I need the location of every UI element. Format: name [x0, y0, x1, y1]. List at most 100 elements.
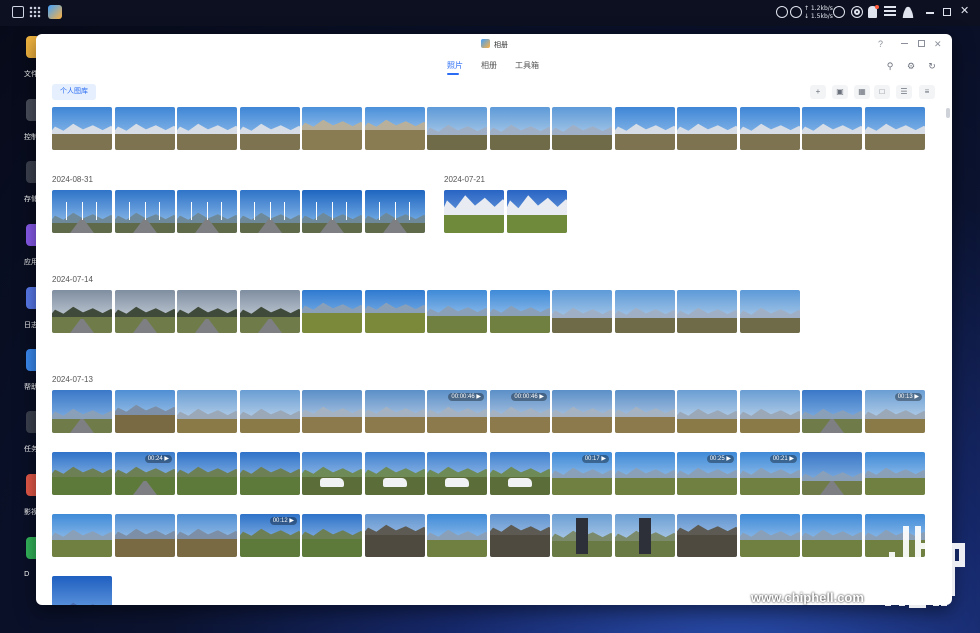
photo-thumbnail[interactable] — [177, 514, 237, 557]
photo-thumbnail[interactable] — [740, 290, 800, 333]
photo-thumbnail[interactable] — [177, 190, 237, 233]
photo-thumbnail[interactable] — [302, 190, 362, 233]
photo-thumbnail[interactable] — [444, 190, 504, 233]
photo-thumbnail[interactable] — [52, 190, 112, 233]
user-icon[interactable] — [902, 6, 914, 18]
photo-thumbnail[interactable] — [802, 390, 862, 433]
photo-thumbnail[interactable] — [177, 107, 237, 150]
photo-thumbnail[interactable] — [302, 514, 362, 557]
photo-thumbnail[interactable] — [302, 290, 362, 333]
personal-library-chip[interactable]: 个人图库 — [52, 84, 96, 100]
photo-thumbnail[interactable] — [240, 290, 300, 333]
photo-thumbnail[interactable] — [615, 107, 675, 150]
photo-thumbnail[interactable] — [177, 452, 237, 495]
photo-thumbnail[interactable] — [365, 290, 425, 333]
window-close-icon[interactable]: ✕ — [934, 39, 942, 49]
photo-thumbnail[interactable] — [115, 514, 175, 557]
photo-thumbnail[interactable] — [177, 290, 237, 333]
photo-thumbnail[interactable] — [552, 107, 612, 150]
globe-icon[interactable] — [833, 6, 845, 18]
photo-thumbnail[interactable] — [240, 190, 300, 233]
app-taskbar-icon[interactable] — [48, 5, 62, 19]
photo-thumbnail[interactable] — [365, 452, 425, 495]
photo-thumbnail[interactable] — [52, 390, 112, 433]
tab-albums[interactable]: 相册 — [481, 60, 497, 71]
settings-icon[interactable]: ⚙ — [905, 60, 917, 72]
photo-thumbnail[interactable] — [865, 452, 925, 495]
photo-thumbnail[interactable] — [615, 290, 675, 333]
photo-thumbnail[interactable] — [52, 514, 112, 557]
photo-thumbnail[interactable] — [365, 514, 425, 557]
photo-thumbnail[interactable] — [365, 190, 425, 233]
search-icon[interactable]: ⚲ — [884, 60, 896, 72]
photo-thumbnail[interactable] — [52, 290, 112, 333]
photo-thumbnail[interactable] — [552, 390, 612, 433]
photo-thumbnail[interactable] — [677, 107, 737, 150]
photo-thumbnail[interactable]: 00:17 ▶ — [552, 452, 612, 495]
photo-thumbnail[interactable] — [240, 390, 300, 433]
photo-thumbnail[interactable] — [302, 390, 362, 433]
tab-toolbox[interactable]: 工具箱 — [515, 60, 539, 71]
add-icon[interactable]: + — [810, 85, 826, 99]
photo-thumbnail[interactable] — [865, 107, 925, 150]
photo-thumbnail[interactable] — [365, 390, 425, 433]
photo-thumbnail[interactable] — [677, 390, 737, 433]
photo-thumbnail[interactable] — [615, 390, 675, 433]
photo-thumbnail[interactable] — [615, 514, 675, 557]
photo-thumbnail[interactable] — [365, 107, 425, 150]
photo-timeline[interactable]: 2024-08-31 2024-07-21 2024-07-14 2024-07-13… — [36, 104, 952, 605]
scrollbar-thumb[interactable] — [946, 108, 950, 118]
window-minimize-icon[interactable] — [901, 43, 908, 44]
photo-thumbnail[interactable] — [52, 576, 112, 605]
gauge-icon[interactable] — [776, 6, 788, 18]
photo-thumbnail[interactable] — [802, 107, 862, 150]
photo-thumbnail[interactable] — [427, 107, 487, 150]
grid-view-icon[interactable]: ▦ — [854, 85, 870, 99]
photo-thumbnail[interactable]: 00:00:46 ▶ — [427, 390, 487, 433]
photo-thumbnail[interactable] — [740, 514, 800, 557]
list-icon[interactable]: ☰ — [896, 85, 912, 99]
close-icon[interactable]: ✕ — [960, 6, 972, 18]
photo-thumbnail[interactable] — [490, 290, 550, 333]
window-maximize-icon[interactable] — [918, 40, 925, 47]
photo-thumbnail[interactable] — [677, 290, 737, 333]
photo-thumbnail[interactable] — [740, 107, 800, 150]
photo-thumbnail[interactable]: 00:13 ▶ — [865, 390, 925, 433]
photo-thumbnail[interactable] — [490, 452, 550, 495]
photo-thumbnail[interactable] — [115, 107, 175, 150]
photo-thumbnail[interactable] — [490, 514, 550, 557]
photo-thumbnail[interactable] — [115, 290, 175, 333]
target-icon[interactable] — [851, 6, 863, 18]
photo-thumbnail[interactable]: 00:25 ▶ — [677, 452, 737, 495]
photo-thumbnail[interactable] — [52, 452, 112, 495]
photo-thumbnail[interactable] — [115, 390, 175, 433]
photo-thumbnail[interactable] — [302, 452, 362, 495]
photo-thumbnail[interactable] — [802, 514, 862, 557]
photo-thumbnail[interactable] — [552, 290, 612, 333]
photo-thumbnail[interactable] — [427, 514, 487, 557]
photo-thumbnail[interactable] — [240, 452, 300, 495]
sliders-icon[interactable] — [884, 6, 896, 18]
filter-icon[interactable]: ≡ — [919, 85, 935, 99]
photo-thumbnail[interactable]: 00:24 ▶ — [115, 452, 175, 495]
photo-thumbnail[interactable] — [615, 452, 675, 495]
folder-icon[interactable]: □ — [874, 85, 890, 99]
photo-thumbnail[interactable] — [802, 452, 862, 495]
apps-grid-icon[interactable] — [29, 6, 41, 18]
photo-thumbnail[interactable]: 00:21 ▶ — [740, 452, 800, 495]
photo-thumbnail[interactable] — [177, 390, 237, 433]
window-icon[interactable] — [12, 6, 24, 18]
gauge2-icon[interactable] — [790, 6, 802, 18]
photo-thumbnail[interactable] — [240, 107, 300, 150]
photo-thumbnail[interactable]: 00:12 ▶ — [240, 514, 300, 557]
help-icon[interactable]: ? — [878, 39, 883, 49]
refresh-icon[interactable]: ↻ — [926, 60, 938, 72]
photo-thumbnail[interactable] — [552, 514, 612, 557]
photo-thumbnail[interactable] — [302, 107, 362, 150]
tab-photos[interactable]: 照片 — [447, 60, 463, 71]
photo-thumbnail[interactable]: 00:00:46 ▶ — [490, 390, 550, 433]
photo-thumbnail[interactable] — [740, 390, 800, 433]
minimize-icon[interactable] — [926, 12, 934, 14]
photo-thumbnail[interactable] — [490, 107, 550, 150]
photo-thumbnail[interactable] — [677, 514, 737, 557]
